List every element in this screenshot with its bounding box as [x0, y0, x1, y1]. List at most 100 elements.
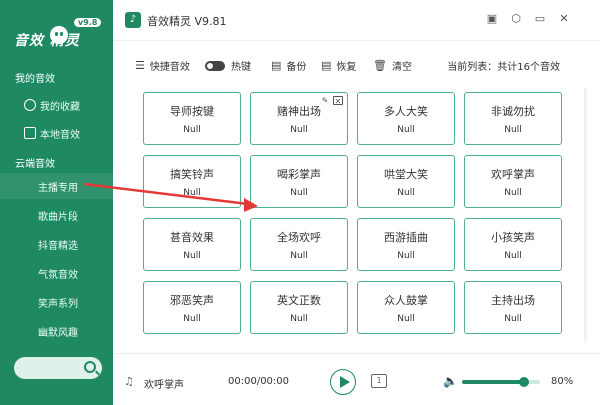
- card-hotkey: Null: [397, 251, 415, 261]
- divider: [113, 40, 600, 41]
- sidebar-item-label: 抖音精选: [38, 240, 78, 252]
- section-cloud-effects: 云端音效: [15, 159, 55, 170]
- volume-handle[interactable]: [519, 377, 530, 387]
- sidebar-item-local[interactable]: 本地音效: [0, 120, 113, 146]
- list-icon: ☰: [135, 59, 145, 72]
- card-name: 喝彩掌声: [277, 168, 321, 181]
- sound-card[interactable]: 多人大笑 Null: [357, 92, 455, 145]
- sound-card[interactable]: 欢呼掌声 Null: [464, 155, 562, 208]
- card-hotkey: Null: [504, 125, 522, 135]
- sidebar-item-label: 我的收藏: [40, 101, 80, 113]
- search-icon[interactable]: [84, 361, 96, 373]
- sound-card[interactable]: 导师按键 Null: [143, 92, 241, 145]
- card-hotkey: Null: [183, 188, 201, 198]
- restore-button[interactable]: ▤ 恢复: [321, 58, 356, 73]
- sound-card[interactable]: 主持出场 Null: [464, 281, 562, 334]
- card-hotkey: Null: [290, 314, 308, 324]
- card-name: 小孩笑声: [491, 231, 535, 244]
- sidebar-item-label: 气氛音效: [38, 269, 78, 281]
- sidebar-item-atmosphere[interactable]: 气氛音效: [0, 260, 113, 286]
- list-count-status: 当前列表：共计16个音效: [447, 62, 560, 73]
- sidebar-item-laughs[interactable]: 笑声系列: [0, 289, 113, 315]
- section-my-effects: 我的音效: [15, 74, 55, 85]
- card-name: 西游插曲: [384, 231, 428, 244]
- sound-card[interactable]: 众人鼓掌 Null: [357, 281, 455, 334]
- minimize-icon[interactable]: ▭: [533, 12, 547, 26]
- sidebar-item-favorites[interactable]: 我的收藏: [0, 92, 113, 118]
- sound-card[interactable]: 喝彩掌声 Null: [250, 155, 348, 208]
- sound-card[interactable]: 甚音效果 Null: [143, 218, 241, 271]
- backup-label: 备份: [286, 62, 307, 73]
- folder-icon: [24, 127, 36, 139]
- sidebar-item-streamer[interactable]: 主播专用: [0, 173, 113, 199]
- settings-icon[interactable]: ⬡: [509, 12, 523, 26]
- sidebar-item-label: 本地音效: [40, 129, 80, 141]
- toolbar: ☰ 快捷音效 热键 ▤ 备份 ▤ 恢复 🗑 清空 当前列表：共计16个音效: [113, 52, 600, 78]
- sidebar-item-label: 笑声系列: [38, 298, 78, 310]
- sound-card[interactable]: 邪恶笑声 Null: [143, 281, 241, 334]
- loop-icon[interactable]: 1: [371, 374, 387, 388]
- card-hotkey: Null: [504, 314, 522, 324]
- hotkey-label: 热键: [231, 62, 251, 73]
- backup-button[interactable]: ▤ 备份: [271, 58, 306, 73]
- scrollbar[interactable]: [584, 88, 587, 343]
- card-name: 英文正数: [277, 294, 321, 307]
- volume-icon[interactable]: 🔈: [443, 374, 458, 388]
- playback-time: 00:00/00:00: [228, 376, 290, 387]
- heart-icon: [24, 99, 36, 111]
- sound-card[interactable]: ✎ ✕ 赌神出场 Null: [250, 92, 348, 145]
- card-hotkey: Null: [397, 188, 415, 198]
- now-playing-icon: ♫: [124, 375, 134, 388]
- card-name: 甚音效果: [170, 231, 214, 244]
- sound-card[interactable]: 非诚勿扰 Null: [464, 92, 562, 145]
- sound-card[interactable]: 全场欢呼 Null: [250, 218, 348, 271]
- skin-icon[interactable]: ▣: [485, 12, 499, 26]
- card-name: 全场欢呼: [277, 231, 321, 244]
- hotkey-toggle[interactable]: 热键: [205, 58, 251, 73]
- version-badge: v9.8: [74, 18, 102, 27]
- sidebar-item-label: 主播专用: [38, 182, 78, 194]
- quick-effects-button[interactable]: ☰ 快捷音效: [135, 58, 190, 73]
- toggle-switch[interactable]: [205, 60, 225, 71]
- sidebar-item-humor[interactable]: 幽默风趣: [0, 318, 113, 344]
- card-name: 邪恶笑声: [170, 294, 214, 307]
- sound-card[interactable]: 英文正数 Null: [250, 281, 348, 334]
- close-icon[interactable]: ✕: [557, 12, 571, 26]
- sidebar-item-label: 歌曲片段: [38, 211, 78, 223]
- volume-slider[interactable]: [462, 377, 540, 387]
- now-playing-title: 欢呼掌声: [144, 380, 184, 391]
- card-name: 非诚勿扰: [491, 105, 535, 118]
- card-name: 众人鼓掌: [384, 294, 428, 307]
- logo-text: 音效 精灵: [14, 33, 80, 49]
- card-name: 搞笑铃声: [170, 168, 214, 181]
- card-hotkey: Null: [290, 188, 308, 198]
- card-hotkey: Null: [183, 125, 201, 135]
- volume-percent: 80%: [551, 376, 574, 387]
- loop-count: 1: [376, 376, 382, 385]
- sidebar-item-label: 幽默风趣: [38, 327, 78, 339]
- sound-card[interactable]: 搞笑铃声 Null: [143, 155, 241, 208]
- card-hotkey: Null: [397, 125, 415, 135]
- card-name: 欢呼掌声: [491, 168, 535, 181]
- sound-card[interactable]: 哄堂大笑 Null: [357, 155, 455, 208]
- backup-icon: ▤: [271, 59, 282, 72]
- sidebar-item-song-clips[interactable]: 歌曲片段: [0, 202, 113, 228]
- sound-card[interactable]: 西游插曲 Null: [357, 218, 455, 271]
- app-logo: 音效 精灵 v9.8: [8, 12, 108, 52]
- sidebar: 音效 精灵 v9.8 我的音效 我的收藏 本地音效 云端音效 主播专用 歌曲片段…: [0, 0, 113, 405]
- volume-fill: [462, 380, 525, 384]
- card-hotkey: Null: [504, 251, 522, 261]
- card-name: 导师按键: [170, 105, 214, 118]
- restore-icon: ▤: [321, 59, 332, 72]
- card-hotkey: Null: [183, 314, 201, 324]
- card-name: 赌神出场: [277, 105, 321, 118]
- sound-card[interactable]: 小孩笑声 Null: [464, 218, 562, 271]
- window-title: 音效精灵 V9.81: [147, 15, 227, 28]
- sidebar-item-douyin[interactable]: 抖音精选: [0, 231, 113, 257]
- logo-mascot-icon: [50, 26, 68, 44]
- clear-button[interactable]: 🗑 清空: [373, 58, 412, 73]
- search-input[interactable]: [14, 357, 102, 379]
- trash-icon: 🗑: [373, 59, 387, 72]
- play-button[interactable]: [330, 369, 356, 395]
- card-name: 主持出场: [491, 294, 535, 307]
